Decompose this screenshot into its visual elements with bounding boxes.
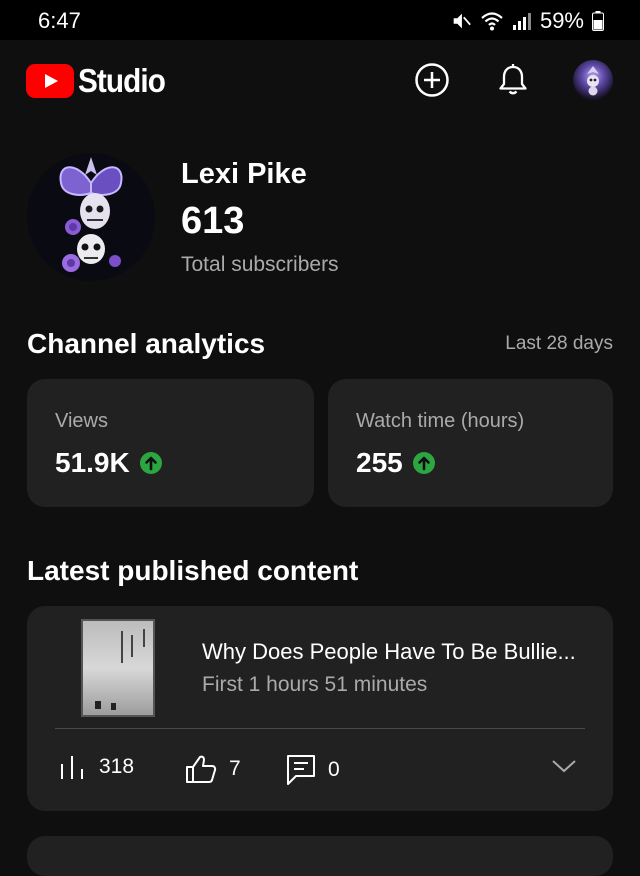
latest-content-title: Latest published content (27, 555, 359, 586)
comment-icon (287, 755, 315, 785)
analytics-range: Last 28 days (505, 333, 613, 354)
create-icon[interactable] (414, 62, 450, 98)
views-card[interactable]: Views 51.9K (27, 379, 314, 507)
subscriber-label: Total subscribers (181, 253, 339, 276)
watch-time-value-row: 255 (356, 447, 435, 479)
app-bar: Studio (0, 40, 640, 120)
watch-time-value: 255 (356, 447, 403, 478)
next-content-card[interactable] (27, 836, 613, 876)
card-divider (55, 728, 585, 729)
status-time: 6:47 (38, 8, 81, 33)
video-performance: First 1 hours 51 minutes (202, 673, 428, 696)
status-bar: 6:47 59% (0, 0, 640, 40)
wifi-icon (481, 12, 503, 31)
channel-name: Lexi Pike (181, 158, 307, 190)
video-views-count: 318 (99, 755, 135, 778)
avatar-art-icon (587, 66, 599, 96)
video-likes-stat: 7 (185, 754, 241, 784)
views-value-row: 51.9K (55, 447, 162, 479)
watch-time-card[interactable]: Watch time (hours) 255 (328, 379, 613, 507)
video-title[interactable]: Why Does People Have To Be Bullie... (202, 639, 592, 665)
latest-video-card[interactable]: Why Does People Have To Be Bullie... Fir… (27, 606, 613, 811)
studio-logo[interactable]: Studio (26, 62, 175, 100)
status-indicators: 59% (450, 8, 604, 34)
views-value: 51.9K (55, 447, 130, 478)
video-thumbnail[interactable] (81, 619, 155, 717)
channel-avatar[interactable] (27, 153, 155, 281)
chevron-down-icon[interactable] (551, 758, 577, 774)
trend-up-icon (139, 452, 162, 474)
logo-text: Studio (78, 62, 166, 99)
battery-icon (592, 11, 604, 31)
youtube-play-icon (26, 64, 74, 98)
mute-icon (453, 13, 471, 29)
subscriber-count: 613 (181, 200, 245, 242)
video-views-stat: 318 (59, 754, 134, 780)
notifications-bell-icon[interactable] (495, 62, 531, 98)
channel-art-icon (59, 157, 123, 272)
thumbs-up-icon (186, 755, 217, 783)
trend-up-icon (412, 452, 435, 474)
account-avatar[interactable] (573, 60, 613, 100)
video-comments-count: 0 (328, 758, 340, 781)
video-comments-stat: 0 (286, 754, 340, 786)
signal-icon (512, 13, 531, 30)
bar-chart-icon (61, 756, 83, 779)
watch-time-label: Watch time (hours) (356, 410, 525, 432)
video-likes-count: 7 (229, 757, 241, 780)
analytics-title: Channel analytics (27, 328, 266, 359)
battery-percent: 59% (539, 8, 584, 33)
views-label: Views (55, 410, 108, 432)
